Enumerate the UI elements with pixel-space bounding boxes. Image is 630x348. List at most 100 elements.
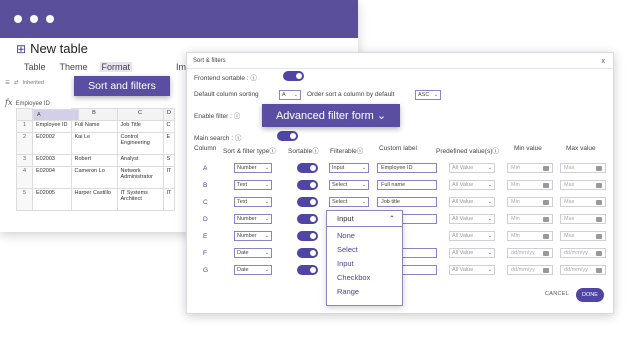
column-header[interactable]: A — [33, 108, 79, 121]
menu-item-format[interactable]: Format — [99, 62, 133, 72]
cell[interactable]: Cameron Lo — [70, 166, 118, 189]
sort-type-select[interactable]: Number ⌄ — [234, 214, 272, 224]
sort-type-select[interactable]: Number ⌄ — [234, 231, 272, 241]
dropdown-option[interactable]: Select — [327, 241, 402, 255]
min-value-input[interactable]: dd/mm/yy — [507, 265, 553, 275]
max-value-input[interactable]: dd/mm/yy — [560, 248, 606, 258]
custom-label-input[interactable]: Employee ID — [377, 163, 437, 173]
sortable-toggle[interactable] — [297, 231, 318, 241]
sort-type-select[interactable]: Text ⌄ — [234, 197, 272, 207]
filterable-select[interactable]: Select ⌄ — [329, 180, 369, 190]
toolbar-font-select[interactable]: Inherited — [23, 80, 44, 86]
default-sort-column-select[interactable]: A ⌄ — [279, 90, 301, 100]
max-value-input[interactable]: Max — [560, 180, 606, 190]
menu-item-table[interactable]: Table — [22, 62, 48, 72]
cell[interactable]: E02002 — [32, 132, 72, 155]
min-value-input[interactable]: Min — [507, 163, 553, 173]
filterable-select[interactable]: Select ⌄ — [329, 197, 369, 207]
max-value-input[interactable]: Max — [560, 197, 606, 207]
col-header-max: Max value — [566, 145, 596, 152]
max-value-input[interactable]: Max — [560, 163, 606, 173]
min-value-input[interactable]: Min — [507, 231, 553, 241]
col-header-sortable: Sortableⓘ — [288, 148, 319, 155]
info-icon: ⓘ — [356, 148, 364, 155]
toolbar-icon[interactable]: ☰ — [5, 80, 10, 86]
cell[interactable]: E02003 — [32, 154, 72, 167]
sortable-toggle[interactable] — [297, 163, 318, 173]
cell[interactable]: Analyst — [116, 154, 164, 167]
filterable-dropdown[interactable]: Input ⌃ None Select Input Checkbox Range — [326, 210, 403, 306]
predefined-values-select[interactable]: All Value ⌄ — [449, 180, 495, 190]
dialog-title: Sort & filters — [193, 58, 226, 64]
divider — [187, 68, 613, 69]
sortable-toggle[interactable] — [297, 265, 318, 275]
dropdown-option[interactable]: Input — [327, 255, 402, 269]
table-row: 3 E02003 Robert Analyst S — [16, 154, 176, 167]
filterable-select[interactable]: Input⌄ — [329, 163, 369, 173]
min-value-input[interactable]: Min — [507, 180, 553, 190]
min-value-input[interactable]: Min — [507, 197, 553, 207]
cancel-button[interactable]: CANCEL — [545, 291, 569, 297]
predefined-values-select[interactable]: All Value ⌄ — [449, 231, 495, 241]
predefined-values-select[interactable]: All Value ⌄ — [449, 214, 495, 224]
column-header[interactable]: D — [162, 108, 176, 121]
sort-type-select[interactable]: Date ⌄ — [234, 265, 272, 275]
frontend-sortable-toggle[interactable] — [283, 71, 304, 81]
calendar-icon — [543, 267, 549, 273]
table-grid-icon: ⊞ — [16, 41, 27, 56]
cell[interactable]: IT — [162, 188, 176, 211]
dropdown-option[interactable]: Checkbox — [327, 269, 402, 283]
cell[interactable]: Full Name — [70, 120, 118, 133]
cell[interactable]: E02004 — [32, 166, 72, 189]
toolbar-icon[interactable]: ⇄ — [14, 80, 19, 86]
predefined-values-select[interactable]: All Value ⌄ — [449, 163, 495, 173]
advanced-filter-form-popup[interactable]: Advanced filter form ⌄ — [262, 104, 400, 127]
custom-label-input[interactable]: Job title — [377, 197, 437, 207]
max-value-input[interactable]: Max — [560, 231, 606, 241]
cell[interactable]: S — [162, 154, 176, 167]
col-header-sort-type: Sort & filter typeⓘ — [223, 148, 276, 155]
cell[interactable]: E — [162, 132, 176, 155]
column-header[interactable]: C — [116, 108, 164, 121]
main-search-toggle[interactable] — [277, 131, 298, 141]
close-icon[interactable]: x — [602, 58, 606, 65]
dropdown-option[interactable]: Range — [327, 283, 402, 297]
min-value-input[interactable]: dd/mm/yy — [507, 248, 553, 258]
col-header-column: Column — [194, 145, 217, 152]
order-select[interactable]: ASC ⌄ — [415, 90, 441, 100]
info-icon: ⓘ — [234, 135, 242, 142]
sortable-toggle[interactable] — [297, 197, 318, 207]
cell[interactable]: Harper Castillo — [70, 188, 118, 211]
table-row: 4 E02004 Cameron Lo Network Administrator IT — [16, 166, 176, 189]
dropdown-current[interactable]: Input ⌃ — [327, 211, 402, 227]
cell[interactable]: IT — [162, 166, 176, 189]
menu-item-theme[interactable]: Theme — [58, 62, 90, 72]
cell[interactable]: E02005 — [32, 188, 72, 211]
done-button[interactable]: DONE — [576, 288, 604, 302]
sort-type-select[interactable]: Text ⌄ — [234, 180, 272, 190]
cell[interactable]: Network Administrator — [116, 166, 164, 189]
sortable-toggle[interactable] — [297, 248, 318, 258]
cell[interactable]: Robert — [70, 154, 118, 167]
min-value-input[interactable]: Min — [507, 214, 553, 224]
sort-type-select[interactable]: Number ⌄ — [234, 163, 272, 173]
sortable-toggle[interactable] — [297, 180, 318, 190]
cell[interactable]: C — [162, 120, 176, 133]
dropdown-option[interactable]: None — [327, 227, 402, 241]
max-value-input[interactable]: dd/mm/yy — [560, 265, 606, 275]
formula-bar[interactable]: fx Employee ID — [5, 98, 50, 107]
predefined-values-select[interactable]: All Value ⌄ — [449, 265, 495, 275]
row-column-letter: G — [203, 267, 209, 274]
predefined-values-select[interactable]: All Value ⌄ — [449, 197, 495, 207]
cell[interactable]: Kai Le — [70, 132, 118, 155]
sort-type-select[interactable]: Date ⌄ — [234, 248, 272, 258]
predefined-values-select[interactable]: All Value ⌄ — [449, 248, 495, 258]
max-value-input[interactable]: Max — [560, 214, 606, 224]
cell[interactable]: Control Engineering — [116, 132, 164, 155]
cell[interactable]: Job Title — [116, 120, 164, 133]
cell[interactable]: Employee ID — [32, 120, 72, 133]
cell[interactable]: IT Systems Architect — [116, 188, 164, 211]
sortable-toggle[interactable] — [297, 214, 318, 224]
sort-and-filters-popup[interactable]: Sort and filters — [74, 76, 170, 96]
custom-label-input[interactable]: Full name — [377, 180, 437, 190]
